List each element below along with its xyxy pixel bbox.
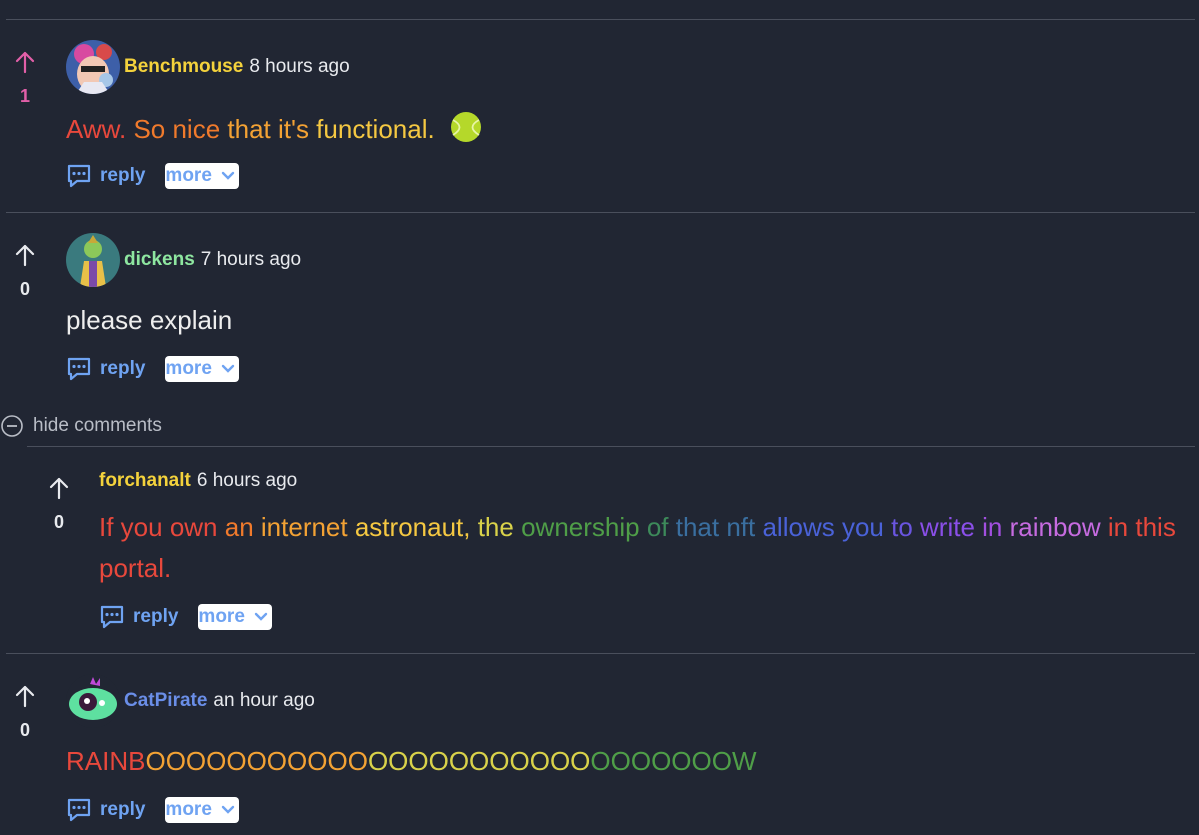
comment-body: If you own an internet astronaut, the ow… — [99, 507, 1184, 589]
body-segment: internet — [253, 512, 348, 542]
comment-meta: forchanalt 6 hours ago — [99, 470, 297, 492]
upvote-arrow-icon[interactable] — [14, 50, 36, 74]
chevron-down-icon — [222, 171, 235, 180]
hide-comments-label: hide comments — [33, 415, 162, 436]
tennis-ball-icon — [450, 112, 481, 142]
timestamp: an hour ago — [213, 690, 315, 711]
avatar[interactable] — [66, 233, 120, 287]
reply-button[interactable]: reply — [66, 797, 145, 823]
body-segment: RAINB — [66, 746, 146, 776]
avatar[interactable] — [66, 674, 120, 728]
reply-label: reply — [100, 799, 146, 820]
timestamp: 6 hours ago — [196, 470, 298, 491]
comment-actions: reply more — [66, 163, 240, 189]
divider — [6, 19, 1195, 20]
avatar[interactable] — [66, 40, 120, 94]
reply-button[interactable]: reply — [99, 604, 178, 630]
more-dropdown[interactable]: more — [198, 604, 273, 630]
more-dropdown[interactable]: more — [165, 356, 240, 382]
chevron-down-icon — [222, 805, 235, 814]
more-dropdown[interactable]: more — [165, 797, 240, 823]
comment-body: Aww. So nice that it's functional. — [66, 111, 482, 145]
body-segment: OOOOOOOOOOO — [145, 746, 368, 776]
body-segment: If you own — [99, 512, 218, 542]
body-segment: OOOOOOOOOOO — [367, 746, 591, 776]
body-segment: to — [883, 512, 913, 542]
body-segment: rainbow — [1002, 512, 1101, 542]
reply-label: reply — [133, 606, 179, 627]
body-segment: that nft — [668, 512, 756, 542]
speech-bubble-icon — [67, 164, 91, 188]
upvote-arrow-icon[interactable] — [14, 684, 36, 708]
divider — [6, 653, 1195, 654]
timestamp: 7 hours ago — [200, 249, 302, 270]
comment-meta: Benchmouse 8 hours ago — [124, 56, 350, 78]
reply-label: reply — [100, 358, 146, 379]
hide-comments-toggle[interactable]: hide comments — [0, 414, 162, 438]
comment-actions: reply more — [66, 797, 240, 823]
chevron-down-icon — [255, 612, 268, 621]
reply-label: reply — [100, 165, 146, 186]
more-label: more — [165, 799, 212, 820]
body-segment: Aww. — [66, 114, 127, 144]
body-segment: functional. — [308, 114, 435, 144]
body-segment: astronaut, — [347, 512, 471, 542]
body-segment: allows you — [755, 512, 884, 542]
chevron-down-icon — [222, 364, 235, 373]
vote-count: 0 — [19, 279, 30, 299]
divider — [27, 446, 1195, 447]
body-segment: the — [470, 512, 514, 542]
author-name[interactable]: Benchmouse — [124, 56, 243, 77]
upvote-arrow-icon[interactable] — [14, 243, 36, 267]
vote-count: 0 — [19, 720, 30, 740]
comment-body: RAINBOOOOOOOOOOOOOOOOOOOOOOOOOOOOOW — [66, 746, 757, 777]
vote-count: 1 — [19, 86, 30, 106]
body-segment: in — [974, 512, 1003, 542]
more-label: more — [198, 606, 245, 627]
vote-column: 0 — [0, 684, 50, 741]
vote-count: 0 — [53, 512, 64, 532]
vote-column: 0 — [0, 243, 50, 300]
author-name[interactable]: forchanalt — [99, 470, 191, 491]
body-segment: write — [912, 512, 975, 542]
speech-bubble-icon — [67, 357, 91, 381]
reply-button[interactable]: reply — [66, 163, 145, 189]
comment-meta: dickens 7 hours ago — [124, 249, 301, 271]
comment-actions: reply more — [99, 604, 273, 630]
body-segment: that it's — [220, 114, 309, 144]
body-segment: an — [217, 512, 254, 542]
body-segment: ownership — [513, 512, 640, 542]
body-segment: of — [639, 512, 669, 542]
speech-bubble-icon — [100, 605, 124, 629]
vote-column: 1 — [0, 50, 50, 107]
vote-column: 0 — [34, 476, 84, 533]
author-name[interactable]: CatPirate — [124, 690, 207, 711]
body-segment: please explain — [66, 305, 233, 335]
timestamp: 8 hours ago — [249, 56, 350, 77]
comment-body: please explain — [66, 305, 232, 336]
comment-meta: CatPirate an hour ago — [124, 690, 315, 712]
more-label: more — [165, 165, 212, 186]
collapse-circle-icon — [1, 415, 23, 437]
upvote-arrow-icon[interactable] — [48, 476, 70, 500]
comment-actions: reply more — [66, 356, 240, 382]
more-dropdown[interactable]: more — [165, 163, 240, 189]
divider — [6, 212, 1195, 213]
body-segment: So nice — [126, 114, 221, 144]
body-segment: OOOOOOOW — [590, 746, 757, 776]
more-label: more — [165, 358, 212, 379]
reply-button[interactable]: reply — [66, 356, 145, 382]
author-name[interactable]: dickens — [124, 249, 195, 270]
speech-bubble-icon — [67, 798, 91, 822]
